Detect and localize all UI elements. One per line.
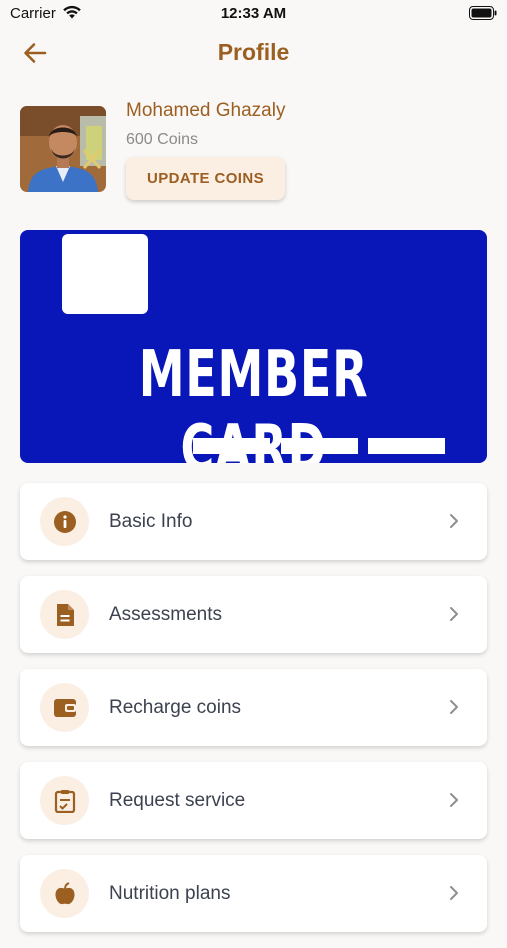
profile-header: Mohamed Ghazaly 600 Coins UPDATE COINS: [20, 100, 490, 204]
avatar-photo: [20, 106, 106, 192]
menu-item-label: Recharge coins: [109, 697, 242, 718]
menu-item-label: Nutrition plans: [109, 883, 231, 904]
menu-item-nutrition-plans[interactable]: Nutrition plans: [20, 855, 487, 932]
chevron-right-icon: [450, 700, 458, 714]
chevron-right-icon: [450, 607, 458, 621]
menu-item-label: Assessments: [109, 604, 222, 625]
menu-item-request-service[interactable]: Request service: [20, 762, 487, 839]
card-chip: [62, 234, 148, 314]
avatar: [20, 106, 106, 192]
chevron-right-icon: [450, 886, 458, 900]
menu-item-recharge-coins[interactable]: Recharge coins: [20, 669, 487, 746]
document-icon: [56, 603, 74, 626]
status-bar: Carrier 12:33 AM: [0, 0, 507, 28]
battery-icon: [469, 6, 497, 20]
card-stripe: [368, 438, 445, 454]
card-stripe: [281, 438, 358, 454]
member-card: MEMBER CARD: [20, 230, 487, 463]
update-coins-button[interactable]: UPDATE COINS: [126, 157, 285, 200]
info-icon: [53, 510, 76, 533]
page-title: Profile: [217, 39, 290, 65]
clipboard-icon: [54, 789, 75, 813]
clock-time: 12:33 AM: [220, 5, 287, 22]
card-stripe: [193, 438, 270, 454]
apple-icon: [54, 881, 75, 904]
coin-balance: 600 Coins: [126, 131, 199, 148]
user-name: Mohamed Ghazaly: [126, 100, 286, 121]
chevron-right-icon: [450, 793, 458, 807]
chevron-right-icon: [450, 514, 458, 528]
wallet-icon: [53, 698, 76, 717]
menu-item-basic-info[interactable]: Basic Info: [20, 483, 487, 560]
menu-item-label: Basic Info: [109, 511, 193, 532]
nav-bar: Profile: [0, 30, 507, 76]
profile-menu: Basic Info Assessments Recharge coins Re…: [20, 483, 487, 948]
menu-item-label: Request service: [109, 790, 246, 811]
menu-item-assessments[interactable]: Assessments: [20, 576, 487, 653]
